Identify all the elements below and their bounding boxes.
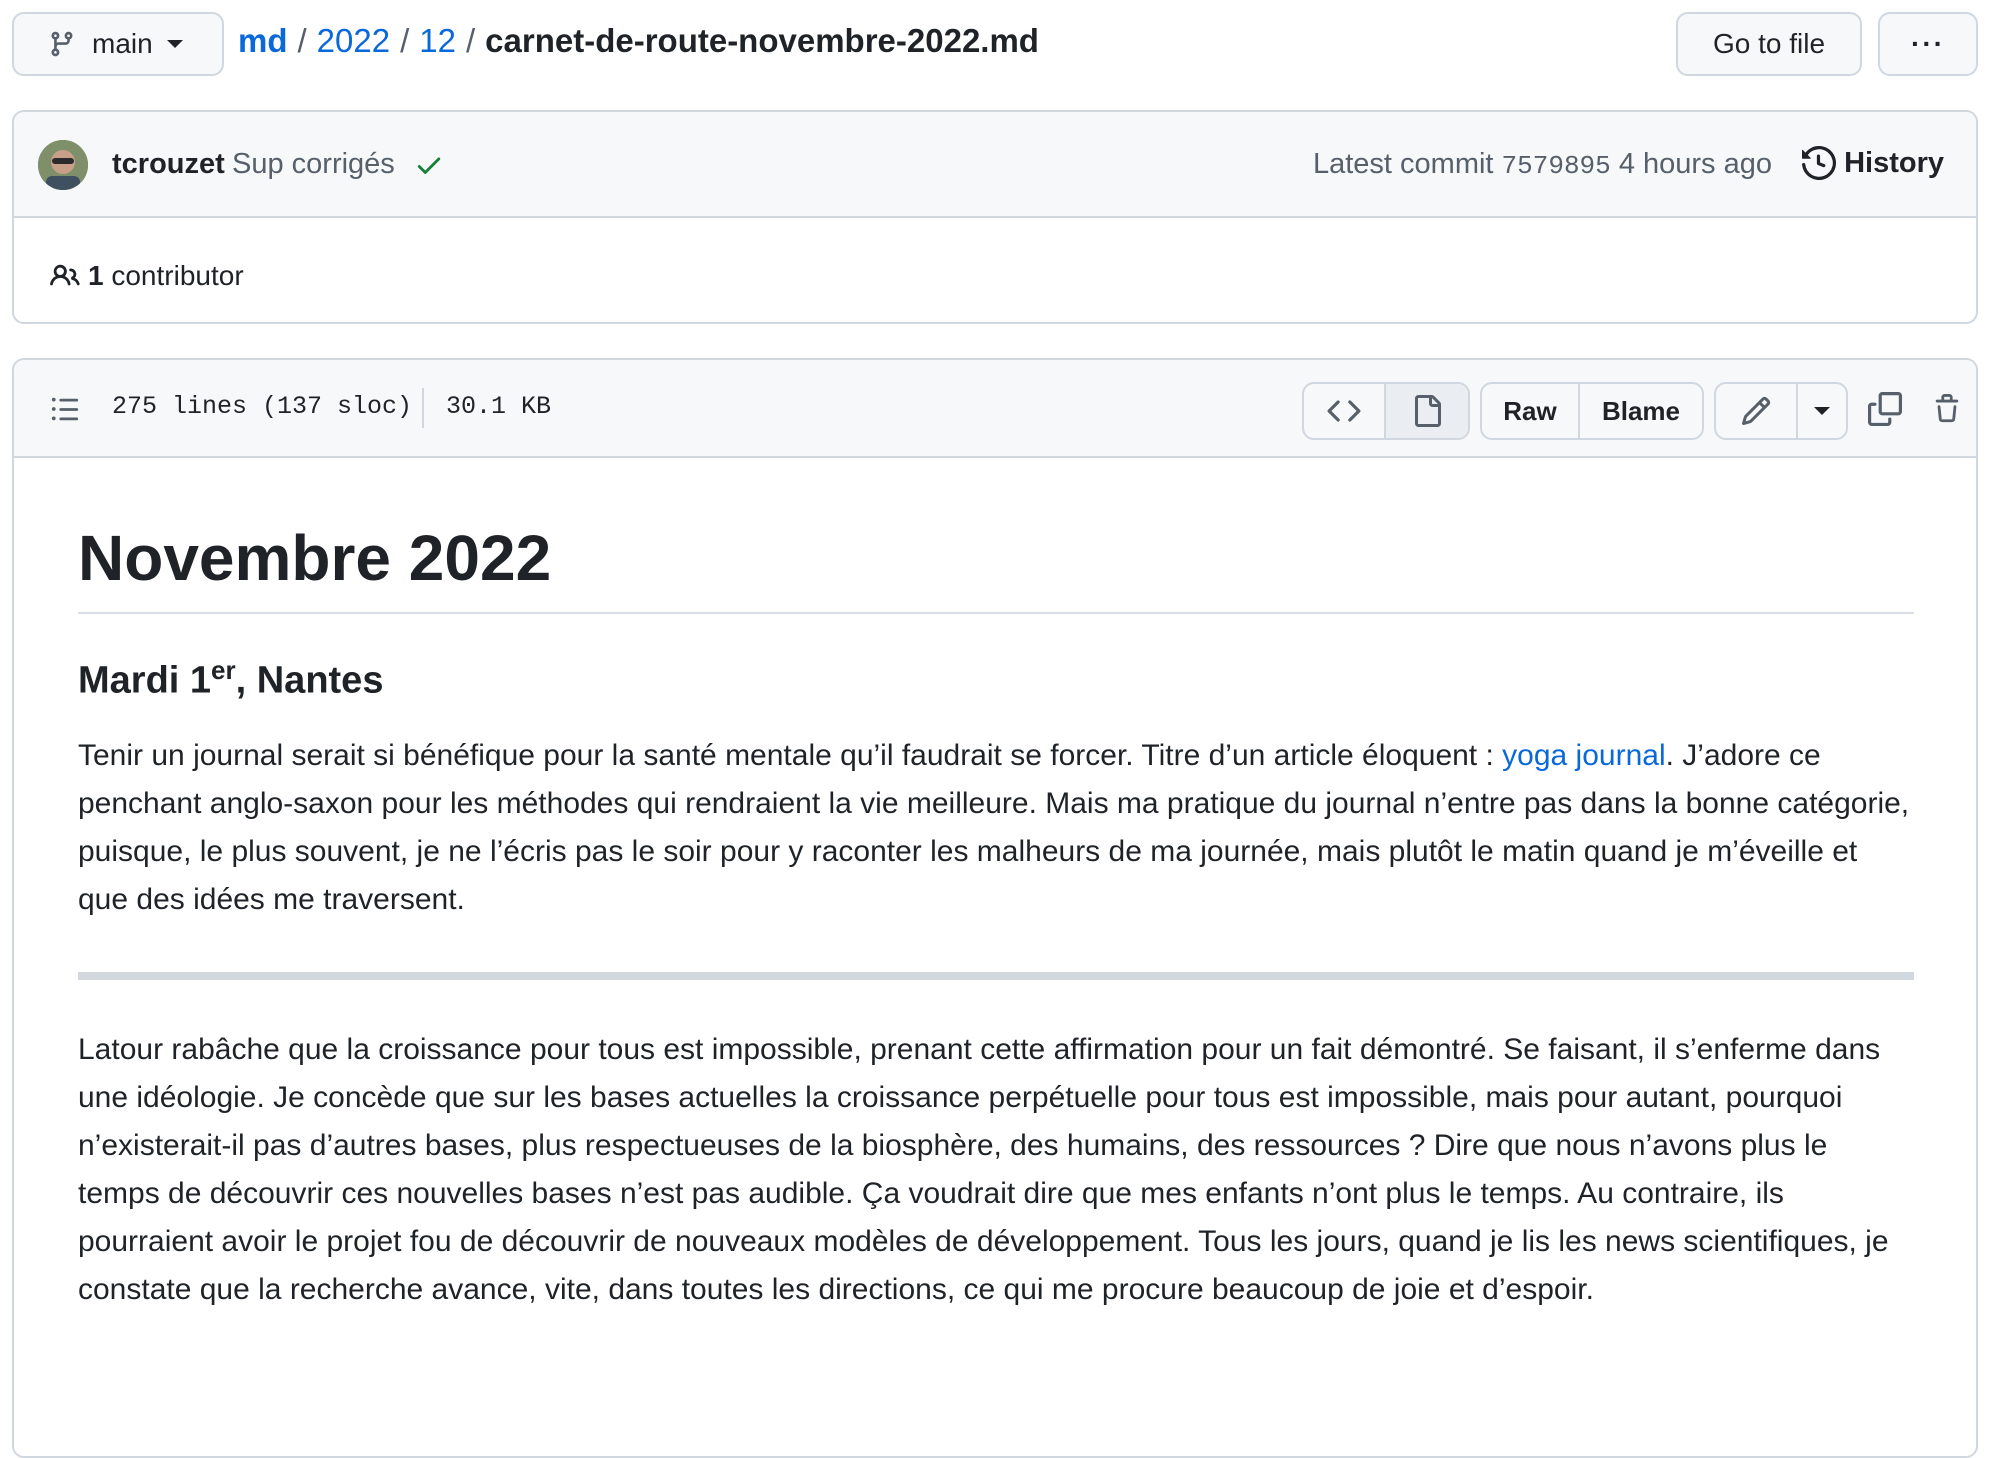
blame-button[interactable]: Blame xyxy=(1580,384,1702,438)
triangle-down-icon xyxy=(1814,407,1830,415)
file-icon xyxy=(1415,395,1441,427)
breadcrumb-separator: / xyxy=(297,22,307,59)
paragraph-2: Latour rabâche que la croissance pour to… xyxy=(78,1033,1889,1307)
history-icon xyxy=(1802,146,1837,180)
breadcrumb-filename: carnet-de-route-novembre-2022.md xyxy=(485,22,1039,59)
latest-commit-bar: tcrouzet Sup corrigés Latest commit 7579… xyxy=(14,112,1976,218)
preview-view-button[interactable] xyxy=(1386,384,1468,438)
file-line-count: 275 lines (137 sloc) xyxy=(112,392,413,421)
history-button[interactable]: History xyxy=(1802,146,1944,180)
commit-sha-link[interactable]: 7579895 xyxy=(1502,151,1611,181)
git-branch-icon xyxy=(51,31,73,57)
go-to-file-button[interactable]: Go to file xyxy=(1676,12,1862,76)
paragraph-1: Tenir un journal serait si bénéfique pou… xyxy=(78,732,1914,924)
view-toggle xyxy=(1302,382,1470,440)
list-outline-icon[interactable] xyxy=(48,394,82,424)
commit-info-box: tcrouzet Sup corrigés Latest commit 7579… xyxy=(12,110,1978,324)
chevron-down-icon xyxy=(166,40,183,48)
heading-h2: Mardi 1er, Nantes xyxy=(78,654,1914,706)
breadcrumb-12-link[interactable]: 12 xyxy=(419,22,456,59)
markdown-body: Novembre 2022 Mardi 1er, Nantes Tenir un… xyxy=(78,518,1914,1314)
file-viewer: 275 lines (137 sloc) 30.1 KB Raw Blame N… xyxy=(12,358,1978,1458)
code-view-button[interactable] xyxy=(1304,384,1386,438)
copy-icon[interactable] xyxy=(1868,390,1902,428)
paragraph-1-text-a: Tenir un journal serait si bénéfique pou… xyxy=(78,739,1503,773)
commit-time: 4 hours ago xyxy=(1618,148,1772,180)
heading-h1: Novembre 2022 xyxy=(78,518,1914,614)
raw-button[interactable]: Raw xyxy=(1482,384,1580,438)
code-icon xyxy=(1327,400,1361,422)
breadcrumb-md-link[interactable]: md xyxy=(238,22,288,59)
horizontal-rule xyxy=(78,972,1914,981)
branch-name: main xyxy=(92,28,153,59)
contributors-link[interactable]: 1 contributor xyxy=(48,260,244,292)
breadcrumb-separator: / xyxy=(465,22,476,59)
contributors-label: contributor xyxy=(111,260,244,291)
breadcrumb-2022-link[interactable]: 2022 xyxy=(317,22,390,59)
people-icon xyxy=(50,264,80,286)
heading-h2-text: Mardi 1 xyxy=(78,659,212,702)
latest-commit-info: Latest commit 7579895 4 hours ago xyxy=(1313,148,1772,181)
edit-group xyxy=(1714,382,1848,440)
breadcrumb-separator: / xyxy=(400,22,410,59)
divider xyxy=(422,388,424,428)
commit-message-link[interactable]: Sup corrigés xyxy=(232,148,395,181)
trash-icon[interactable] xyxy=(1932,390,1962,428)
avatar[interactable] xyxy=(38,140,88,190)
contributors-count: 1 xyxy=(88,260,104,291)
branch-selector-button[interactable]: main xyxy=(12,12,224,76)
kebab-horizontal-icon[interactable]: ··· xyxy=(1878,12,1978,76)
latest-commit-label: Latest commit xyxy=(1312,148,1494,180)
pencil-icon xyxy=(1741,396,1771,426)
yoga-journal-link[interactable]: yoga journal xyxy=(1502,739,1665,772)
breadcrumb: md/2022/12/carnet-de-route-novembre-2022… xyxy=(238,22,1039,60)
heading-h2-superscript: er xyxy=(211,655,236,685)
raw-blame-group: Raw Blame xyxy=(1480,382,1704,440)
commit-author-link[interactable]: tcrouzet xyxy=(112,148,225,181)
history-label: History xyxy=(1844,146,1944,179)
edit-button[interactable] xyxy=(1716,384,1798,438)
edit-options-dropdown[interactable] xyxy=(1798,384,1846,438)
file-header: 275 lines (137 sloc) 30.1 KB Raw Blame xyxy=(14,360,1976,458)
file-size: 30.1 KB xyxy=(446,392,552,421)
heading-h2-place: , Nantes xyxy=(235,659,384,702)
check-icon[interactable] xyxy=(414,150,444,180)
